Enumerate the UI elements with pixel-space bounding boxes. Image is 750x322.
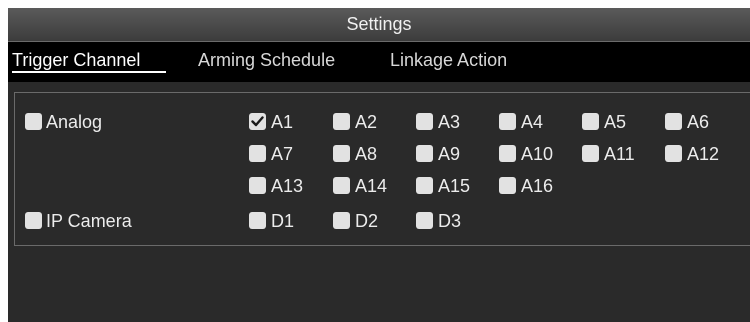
channel-d2-checkbox[interactable]	[333, 212, 350, 229]
tab-linkage-action[interactable]: Linkage Action	[390, 50, 507, 71]
trigger-channel-panel: Analog A1 A2 A3 A4 A5 A6 A7 A8 A9 A10 A1…	[14, 92, 750, 246]
channel-a7-label: A7	[271, 144, 294, 164]
settings-window: Settings Trigger Channel Arming Schedule…	[8, 8, 750, 322]
channel-a16-checkbox[interactable]	[499, 177, 516, 194]
channel-a6-label: A6	[687, 112, 710, 132]
channel-a10-checkbox[interactable]	[499, 145, 516, 162]
window-title: Settings	[8, 8, 750, 42]
channel-a13-label: A13	[271, 176, 304, 196]
analog-checkbox[interactable]	[25, 113, 42, 130]
channel-a14-checkbox[interactable]	[333, 177, 350, 194]
channel-a6-checkbox[interactable]	[665, 113, 682, 130]
channel-a11-checkbox[interactable]	[582, 145, 599, 162]
channel-a3-checkbox[interactable]	[416, 113, 433, 130]
channel-a9-label: A9	[438, 144, 461, 164]
channel-a14-label: A14	[355, 176, 388, 196]
ip-camera-label: IP Camera	[46, 211, 132, 231]
channel-d1-label: D1	[271, 211, 295, 231]
channel-a3-label: A3	[438, 112, 461, 132]
channel-a4-label: A4	[521, 112, 544, 132]
active-tab-underline	[12, 71, 166, 73]
channel-d2-label: D2	[355, 211, 379, 231]
tab-trigger-channel[interactable]: Trigger Channel	[12, 50, 140, 71]
channel-a2-checkbox[interactable]	[333, 113, 350, 130]
channel-a2-label: A2	[355, 112, 378, 132]
channel-a4-checkbox[interactable]	[499, 113, 516, 130]
channel-a1-checkbox[interactable]	[249, 113, 266, 130]
channel-d1-checkbox[interactable]	[249, 212, 266, 229]
tab-bar: Trigger Channel Arming Schedule Linkage …	[8, 42, 750, 82]
channel-a7-checkbox[interactable]	[249, 145, 266, 162]
channel-a12-label: A12	[687, 144, 720, 164]
checkmark-icon	[251, 116, 264, 127]
channel-a9-checkbox[interactable]	[416, 145, 433, 162]
channel-a1-label: A1	[271, 112, 294, 132]
channel-a15-label: A15	[438, 176, 471, 196]
analog-label: Analog	[46, 112, 103, 132]
channel-d3-label: D3	[438, 211, 462, 231]
channel-d3-checkbox[interactable]	[416, 212, 433, 229]
ip-camera-checkbox[interactable]	[25, 212, 42, 229]
channel-a15-checkbox[interactable]	[416, 177, 433, 194]
channel-a16-label: A16	[521, 176, 554, 196]
channel-a5-checkbox[interactable]	[582, 113, 599, 130]
channel-a12-checkbox[interactable]	[665, 145, 682, 162]
channel-a5-label: A5	[604, 112, 627, 132]
channel-a8-label: A8	[355, 144, 378, 164]
channel-a10-label: A10	[521, 144, 554, 164]
channel-a11-label: A11	[604, 144, 635, 164]
channel-a13-checkbox[interactable]	[249, 177, 266, 194]
tab-arming-schedule[interactable]: Arming Schedule	[198, 50, 335, 71]
channel-a8-checkbox[interactable]	[333, 145, 350, 162]
